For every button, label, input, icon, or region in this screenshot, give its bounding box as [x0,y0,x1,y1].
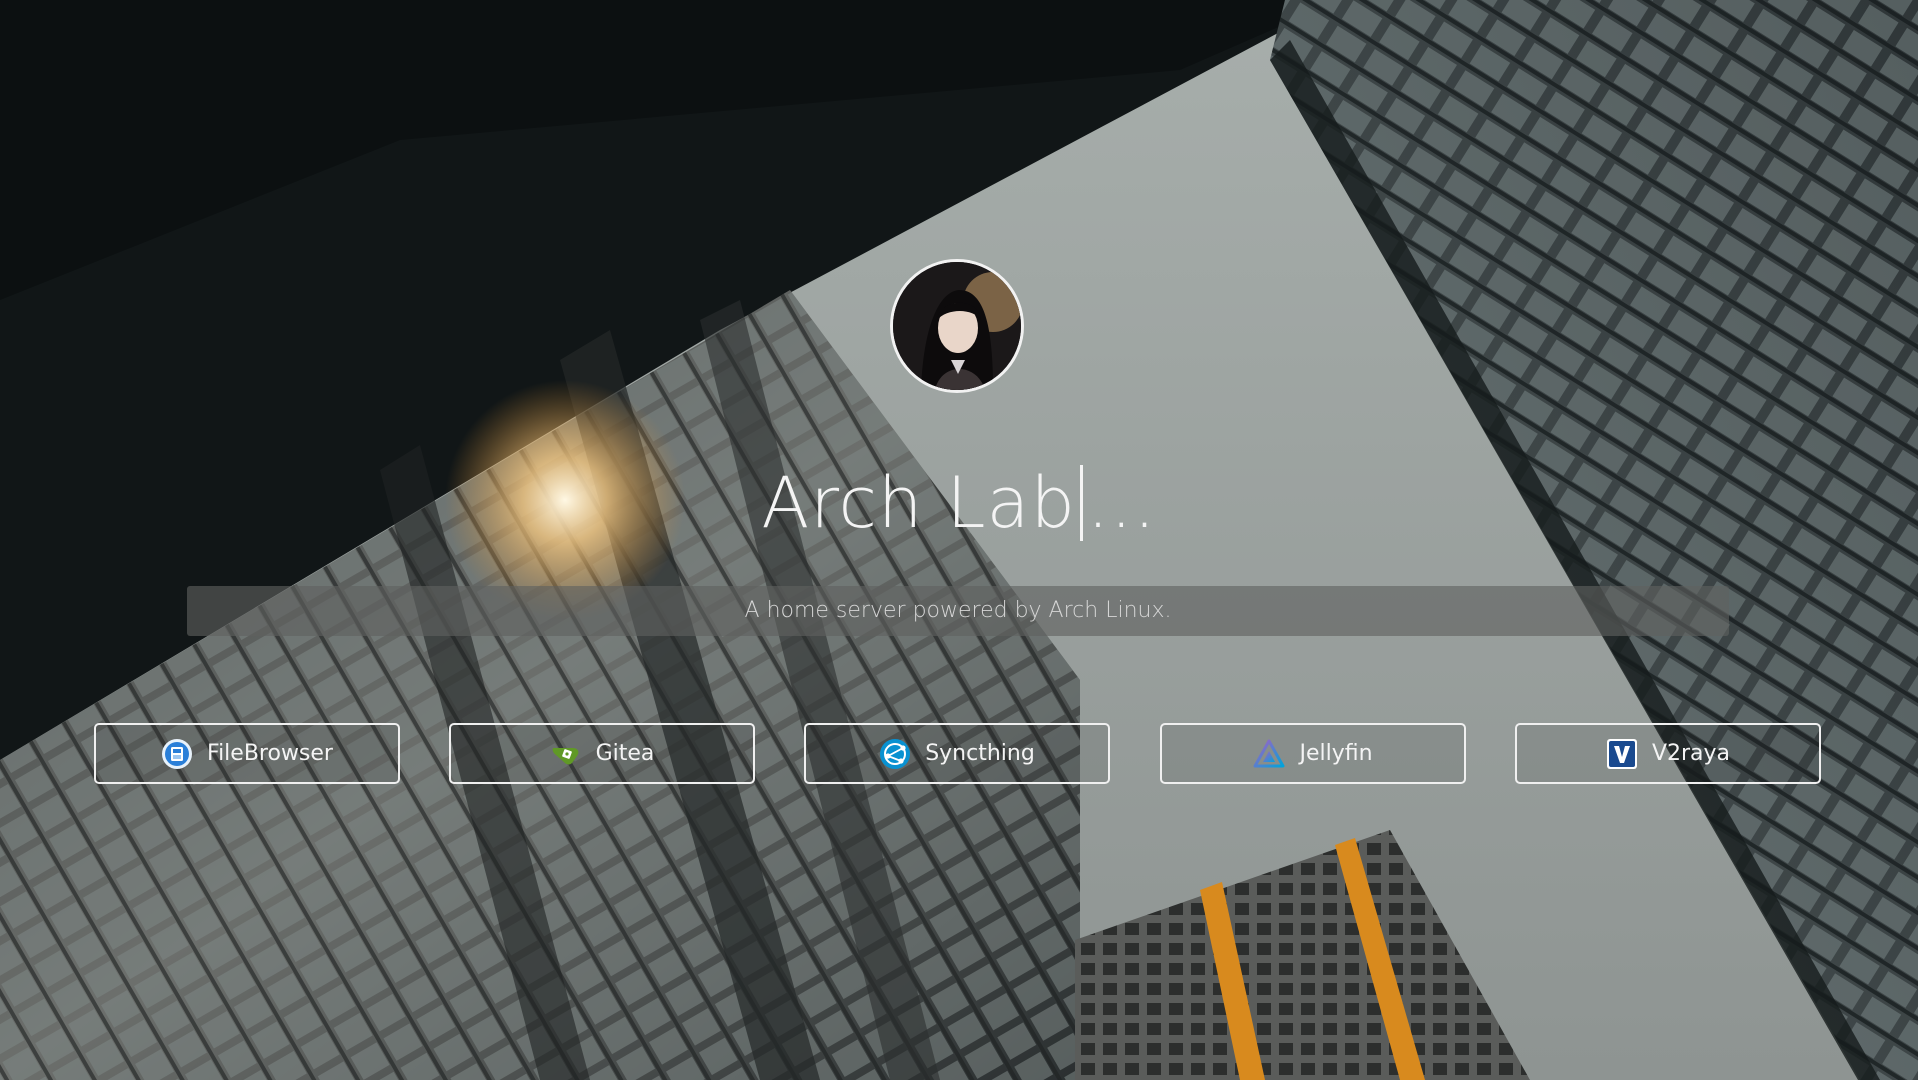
gitea-label: Gitea [595,741,655,766]
subtitle: A home server powered by Arch Linux. [744,598,1172,623]
hero-section: Arch Lab... A home server powered by Arc… [0,0,1918,1080]
page-title: Arch Lab... [0,458,1918,548]
v2raya-icon [1606,738,1638,770]
subtitle-bar: A home server powered by Arch Linux. [187,586,1729,636]
page-title-text: Arch Lab [761,462,1076,544]
syncthing-icon [879,738,911,770]
jellyfin-label: Jellyfin [1299,741,1373,766]
filebrowser-icon [161,738,193,770]
gitea-link-button[interactable]: Gitea [449,723,755,784]
jellyfin-icon [1253,738,1285,770]
avatar-portrait-image [893,262,1021,390]
typing-cursor [1079,465,1083,541]
filebrowser-label: FileBrowser [207,741,333,766]
syncthing-label: Syncthing [925,741,1035,766]
v2raya-link-button[interactable]: V2raya [1515,723,1821,784]
filebrowser-link-button[interactable]: FileBrowser [94,723,400,784]
v2raya-label: V2raya [1651,741,1731,766]
gitea-icon [550,738,582,770]
avatar [890,259,1024,393]
page: Arch Lab... A home server powered by Arc… [0,0,1918,1080]
syncthing-link-button[interactable]: Syncthing [804,723,1110,784]
jellyfin-link-button[interactable]: Jellyfin [1160,723,1466,784]
page-title-ellipsis: ... [1086,462,1157,544]
